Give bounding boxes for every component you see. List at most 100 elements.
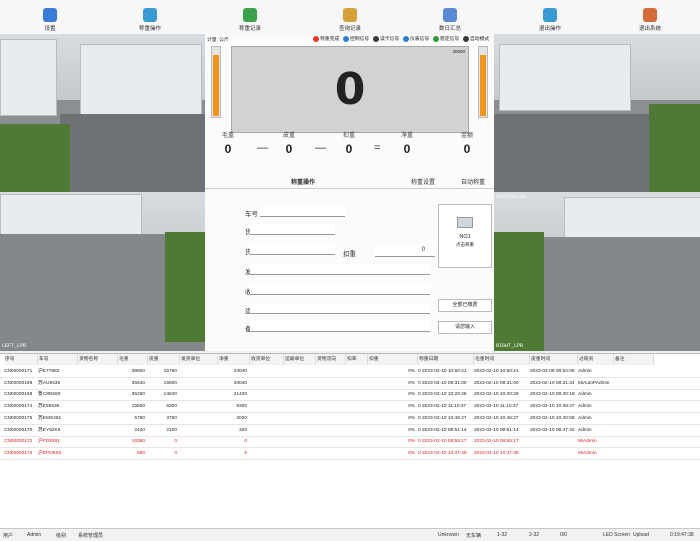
camera-grass [494,232,544,351]
table-cell [250,366,281,377]
camera-view-bottom-left[interactable]: LEFT_LPR [0,192,205,351]
toolbar-button-5[interactable]: 数日汇总 [405,2,495,32]
status-level-label: 级别 [56,533,67,539]
toolbar-button-label: 退出操作 [538,26,561,32]
table-cell: 0% [408,439,415,445]
table-cell: 苏E55536 [38,404,60,410]
toolbar-button-7[interactable]: 退出系统 [605,2,695,32]
settings-icon [43,8,57,22]
form-field-4[interactable] [250,264,430,275]
table-row[interactable]: CN00000175 苏EMS281 5780 3760 2020 0% 0 2023-02… [0,413,700,425]
tab-3[interactable]: 自动称重 [461,177,485,186]
table-row[interactable]: CN00000173 沪EPDE53 680 0 0 0% 0 2023-02-10 10:… [0,448,700,460]
camera-view-top-left[interactable] [0,34,205,192]
form-field-5[interactable] [250,284,430,295]
weigh-icon [143,8,157,22]
table-cell [530,448,575,459]
column-header-16[interactable]: 过磅员 [578,354,614,365]
table-cell: CN00000172 [4,439,33,445]
column-header-14[interactable]: 毛重时间 [474,354,530,365]
column-header-17[interactable]: 备注 [614,354,654,365]
table-row[interactable]: CN00000168 鲁C8N590 36260 14840 21420 0% 0 2023… [0,389,700,402]
column-header-9[interactable]: 运输单位 [284,354,316,365]
table-cell: 2420 [134,427,145,433]
toolbar-button-2[interactable]: 称重操作 [105,2,195,32]
column-header-11[interactable]: 扣率 [346,354,368,365]
column-header-5[interactable]: 皮重 [148,354,180,365]
column-header-4[interactable]: 毛重 [118,354,148,365]
table-row[interactable]: CN00000172 沪FD9391 16380 0 0 0% 0 2023-02-10 0… [0,436,700,449]
status-vehicle: 无车辆 [466,533,482,539]
table-cell [180,436,215,447]
column-header-6[interactable]: 发货单位 [180,354,218,365]
column-header-2[interactable]: 车号 [38,354,78,365]
status-led[interactable]: LED Screen [603,532,630,538]
column-header-13[interactable]: 称重日期 [418,354,474,365]
table-cell [346,425,365,436]
table-cell [614,378,651,389]
status-upload[interactable]: Upload [633,532,649,538]
column-header-3[interactable]: 货物名称 [78,354,118,365]
table-row[interactable]: CN00000170 苏EY62K5 2420 2100 320 0% 0 2023-02-… [0,425,700,437]
signal-status-row: 计量: 公斤 称重完成 控制信号 读卡信号 仪表信号 稳定信号 自动模式 [205,34,494,44]
magic-wand-icon [343,8,357,22]
table-row[interactable]: CN00000169 苏AU9435 35640 15600 20040 0% 0 2023… [0,378,700,390]
table-cell [78,413,115,424]
deduct-field[interactable]: 0 [375,246,435,257]
camera-view-top-right[interactable] [494,34,700,192]
signal-indicators: 称重完成 控制信号 读卡信号 仪表信号 稳定信号 自动模式 [313,35,493,44]
device-weigh-button[interactable]: NO1 点击称重 [438,204,492,268]
toolbar-button-4[interactable]: 查询记录 [305,2,395,32]
settle-button[interactable]: 全部已缴费 [438,299,492,312]
table-cell [316,413,343,424]
table-cell [180,378,215,389]
table-cell: 2100 [166,427,177,433]
unit-label: 计量: 公斤 [207,38,229,43]
tab-2[interactable]: 称重设置 [411,177,435,186]
table-cell [284,413,313,424]
form-field-7[interactable] [250,321,430,332]
column-header-1[interactable]: 序号 [4,354,38,365]
weight-value-5: 0 [463,142,471,156]
tab-1[interactable]: 称重操作 [291,177,315,186]
table-cell [250,401,281,412]
column-header-7[interactable]: 净重 [218,354,250,365]
weight-value-3: 0 [345,142,353,156]
table-cell [78,378,115,389]
table-cell [78,389,115,400]
table-cell: 6300 [166,404,177,410]
toolbar-button-1[interactable]: 设置 [5,2,95,32]
form-field-2[interactable] [250,224,335,235]
table-cell: CN00000170 [4,427,33,433]
table-cell: 0 [244,439,247,445]
column-header-8[interactable]: 收货单位 [250,354,284,365]
toolbar-button-label: 称重记录 [238,26,261,32]
table-cell [180,448,215,459]
scale-panel: 计量: 公斤 称重完成 控制信号 读卡信号 仪表信号 稳定信号 自动模式 0 30000 … [205,34,494,351]
table-cell [346,378,365,389]
table-cell: 0 2023-02-10 10:37:49 [418,450,467,456]
table-row[interactable]: CN00000171 沪E77882 38800 15760 23040 0% 0 2023… [0,366,700,378]
table-cell: CN00000174 [4,404,33,410]
column-header-10[interactable]: 货物流向 [316,354,346,365]
tab-bar: 称重操作 称重设置 自动称重 [205,174,494,189]
enter-button[interactable]: 请您输入 [438,321,492,334]
form-field-6[interactable] [250,303,430,314]
toolbar-button-6[interactable]: 退出操作 [505,2,595,32]
table-cell: 2023-02-09 08:52:05 [530,369,575,374]
table-cell [284,425,313,436]
form-field-1[interactable] [260,206,345,217]
column-header-12[interactable]: 扣重 [368,354,418,365]
table-cell: 320 [238,427,247,433]
table-cell [614,366,651,377]
camera-view-bottom-right[interactable]: 2023/02/16 RIGHT_LPR [494,192,700,351]
form-field-3[interactable] [250,244,335,255]
table-cell [316,448,343,459]
table-cell: 0% [408,380,415,386]
column-header-15[interactable]: 皮重时间 [530,354,578,365]
toolbar-button-3[interactable]: 称重记录 [205,2,295,32]
table-cell: 苏EMS281 [38,415,62,421]
table-row[interactable]: CN00000174 苏E55536 15600 6300 9300 0% 0 2023-0… [0,401,700,414]
table-cell [346,401,365,412]
table-cell: 16380 [131,439,145,445]
